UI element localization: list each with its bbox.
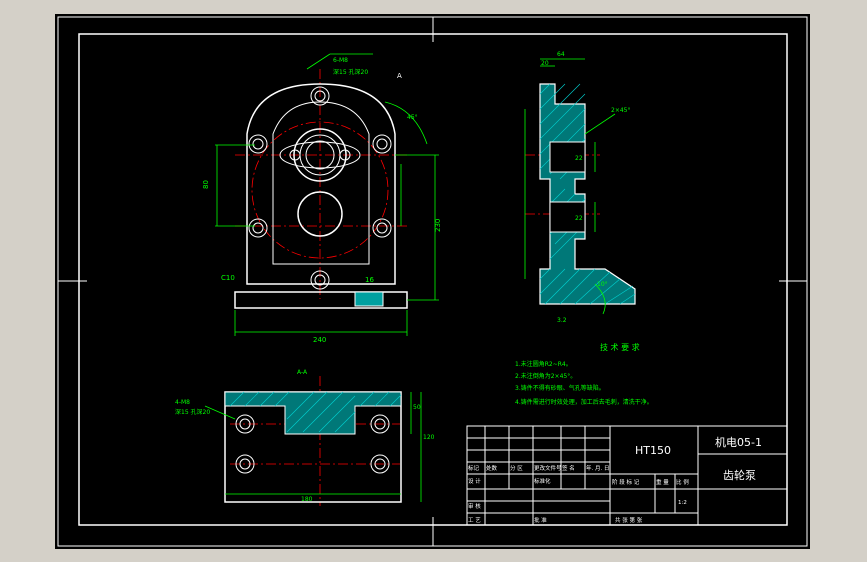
section-mark-a: A: [397, 72, 402, 80]
dim-side-64: 64: [557, 51, 565, 58]
title-part-name: 齿轮泵: [723, 468, 756, 482]
label-scale: 比 例: [676, 478, 689, 486]
row-label-mark: 标记: [468, 464, 480, 472]
scale-value: 1:2: [678, 500, 687, 506]
label-stage-mark: 阶 段 标 记: [612, 478, 640, 486]
dim-bottom-180: 180: [301, 496, 313, 503]
label-process: 工 艺: [468, 517, 481, 524]
dim-angle-45: 45°: [407, 114, 418, 121]
tech-req-item-3: 3.铸件不得有砂眼、气孔等缺陷。: [515, 384, 605, 392]
dim-angle-10: 10°: [597, 281, 608, 288]
dim-side-22a: 22: [575, 155, 583, 162]
callout-6-m8-depth: 深15 孔深20: [333, 68, 368, 76]
section-label-aa: A-A: [297, 369, 308, 376]
dim-chamfer-c10: C10: [221, 274, 235, 282]
roughness-3-2: 3.2: [557, 317, 567, 324]
tech-req-item-4: 4.铸件需进行时效处理，加工后去毛刺，清洗干净。: [515, 398, 653, 406]
dim-bottom-120: 120: [423, 434, 435, 441]
tech-req-heading: 技 术 要 求: [600, 342, 640, 352]
label-review: 审 核: [468, 502, 481, 510]
dim-side-20: 20: [541, 60, 549, 67]
inner-frame: [78, 33, 788, 526]
drawing-canvas: 240 230 80 16 C10 6-M8 深15 孔深20 45° A 64…: [55, 14, 810, 549]
callout-6-m8: 6-M8: [333, 57, 348, 64]
dim-width-240: 240: [313, 336, 326, 344]
dim-height-230: 230: [434, 219, 442, 232]
label-weight: 重 量: [656, 478, 669, 486]
label-approve: 批 准: [534, 516, 547, 524]
dim-bottom-50: 50: [413, 404, 421, 411]
dim-left-80: 80: [202, 180, 210, 189]
row-label-date: 年. 月. 日: [586, 464, 610, 472]
technical-requirements: 技 术 要 求 1.未注圆角R2~R4。 2.未注倒角为2×45°。 3.铸件不…: [515, 342, 653, 406]
centering-marks: [58, 17, 807, 546]
row-label-sign: 签 名: [562, 464, 575, 472]
dim-base-16: 16: [365, 276, 374, 284]
cad-drawing: 240 230 80 16 C10 6-M8 深15 孔深20 45° A 64…: [57, 16, 808, 547]
label-design: 设 计: [468, 477, 481, 485]
dim-side-chamfer: 2×45°: [611, 107, 630, 114]
tech-req-item-2: 2.未注倒角为2×45°。: [515, 372, 576, 380]
outer-frame: [57, 16, 808, 547]
callout-4-m8-depth: 深15 孔深20: [175, 408, 210, 416]
title-material: HT150: [635, 444, 671, 457]
row-label-zone: 分 区: [510, 464, 523, 472]
title-drawing-no: 机电05-1: [715, 435, 762, 449]
tech-req-item-1: 1.未注圆角R2~R4。: [515, 360, 572, 368]
row-label-count: 处数: [486, 464, 498, 472]
callout-4-m8: 4-M8: [175, 399, 190, 406]
dim-side-22b: 22: [575, 215, 583, 222]
label-sheets: 共 张 第 张: [615, 516, 643, 524]
bottom-view: 180 50 120 4-M8 深15 孔深20 A-A: [175, 369, 435, 506]
front-view: 240 230 80 16 C10 6-M8 深15 孔深20 45° A: [202, 53, 442, 344]
label-standardize: 标准化: [534, 477, 551, 485]
side-section-view: 64 20 2×45° 22 22 3.2 10°: [524, 51, 636, 324]
row-label-change-doc: 更改文件号: [534, 464, 562, 472]
